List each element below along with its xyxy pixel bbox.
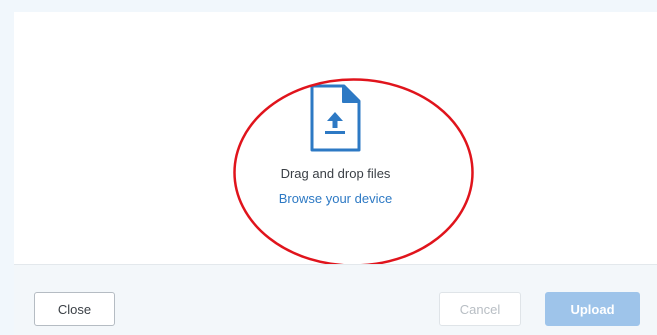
browse-device-link[interactable]: Browse your device [279, 191, 392, 206]
upload-button[interactable]: Upload [545, 292, 640, 326]
close-button[interactable]: Close [34, 292, 115, 326]
file-upload-icon [310, 84, 361, 152]
drag-drop-text: Drag and drop files [280, 166, 391, 181]
file-dropzone[interactable]: Drag and drop files Browse your device [14, 12, 657, 264]
cancel-button[interactable]: Cancel [439, 292, 521, 326]
dialog-footer: Close Cancel Upload [14, 264, 657, 335]
upload-dialog: Drag and drop files Browse your device C… [14, 12, 657, 335]
browse-device-link-row: Browse your device [14, 191, 657, 206]
